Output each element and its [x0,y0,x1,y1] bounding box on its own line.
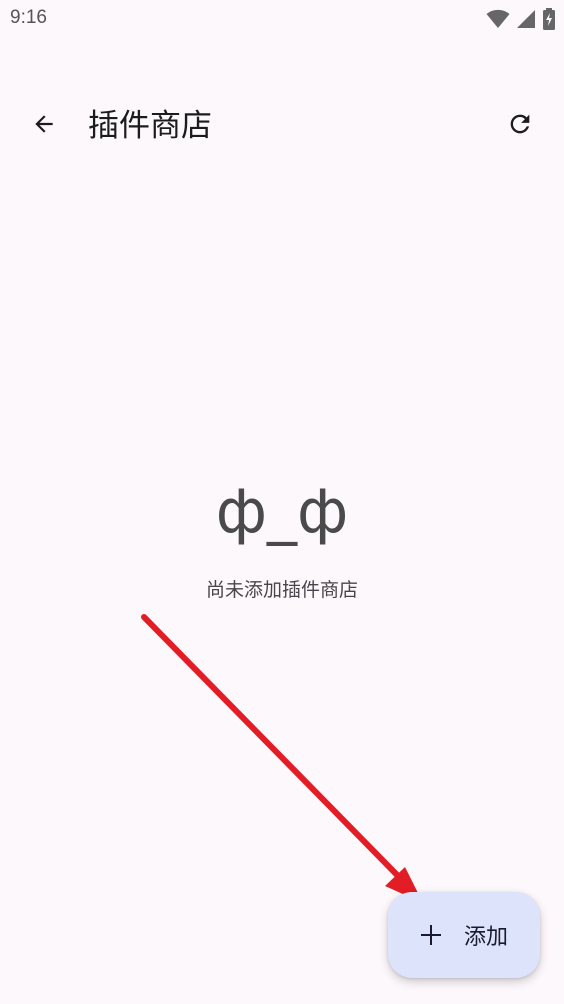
add-button[interactable]: 添加 [388,892,540,978]
page-title: 插件商店 [88,108,212,144]
status-icons [486,8,556,34]
wifi-icon [486,9,510,33]
refresh-button[interactable] [498,104,542,148]
empty-state-face: ф_ф [215,477,349,547]
back-button[interactable] [22,106,66,146]
status-time: 9:16 [10,7,47,28]
empty-state-message: 尚未添加插件商店 [205,579,358,601]
refresh-icon [506,110,534,142]
arrow-back-icon [31,111,57,141]
add-button-label: 添加 [464,925,509,950]
cell-signal-icon [516,9,536,33]
top-app-bar: 插件商店 [0,88,564,164]
status-bar: 9:16 [0,0,564,40]
battery-charging-icon [542,8,556,34]
plus-icon [418,922,444,948]
